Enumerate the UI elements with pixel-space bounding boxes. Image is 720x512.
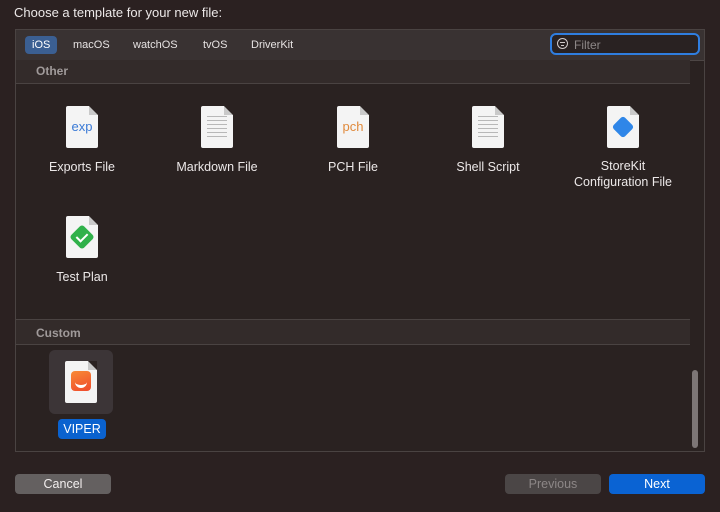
filter-field[interactable] (550, 33, 700, 55)
template-pch-file[interactable]: pch PCH File (289, 106, 417, 176)
template-label: Markdown File (176, 160, 258, 174)
template-viper-selected-tile[interactable] (49, 350, 113, 414)
dialog-title: Choose a template for your new file: (14, 5, 223, 20)
template-label: Test Plan (56, 270, 108, 284)
template-shell-script[interactable]: Shell Script (424, 106, 552, 176)
template-label: PCH File (327, 160, 378, 174)
tab-ios[interactable]: iOS (25, 36, 58, 54)
template-viper-label[interactable]: VIPER (58, 419, 106, 439)
tab-macos[interactable]: macOS (66, 36, 117, 54)
tab-watchos[interactable]: watchOS (126, 36, 185, 54)
template-label: StoreKit Configuration File (574, 159, 672, 189)
template-test-plan[interactable]: Test Plan (18, 216, 146, 286)
exports-file-icon: exp (66, 106, 98, 148)
section-header-custom: Custom (16, 319, 690, 345)
filter-icon (557, 38, 568, 49)
tab-tvos[interactable]: tvOS (196, 36, 234, 54)
scrollbar-thumb[interactable] (692, 370, 698, 448)
platform-tab-bar: iOS macOS watchOS tvOS DriverKit (16, 30, 704, 61)
tab-driverkit[interactable]: DriverKit (244, 36, 300, 54)
template-label: Shell Script (456, 160, 520, 174)
swift-file-icon (65, 361, 97, 403)
next-button[interactable]: Next (609, 474, 705, 494)
template-chooser: iOS macOS watchOS tvOS DriverKit Other e… (15, 29, 705, 452)
template-exports-file[interactable]: exp Exports File (18, 106, 146, 176)
template-storekit-configuration-file[interactable]: StoreKit Configuration File (559, 106, 687, 191)
section-header-other: Other (16, 60, 690, 84)
shell-script-icon (472, 106, 504, 148)
filter-input[interactable] (572, 36, 696, 54)
storekit-file-icon (607, 106, 639, 148)
template-markdown-file[interactable]: Markdown File (153, 106, 281, 176)
cancel-button[interactable]: Cancel (15, 474, 111, 494)
template-label: Exports File (49, 160, 115, 174)
test-plan-icon (66, 216, 98, 258)
previous-button[interactable]: Previous (505, 474, 601, 494)
markdown-file-icon (201, 106, 233, 148)
pch-file-icon: pch (337, 106, 369, 148)
